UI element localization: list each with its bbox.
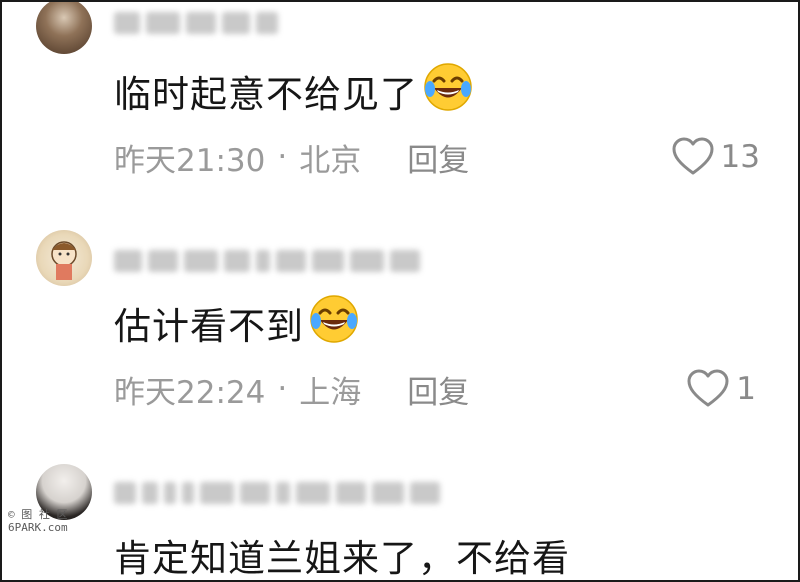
comment-time: 昨天21:30 bbox=[114, 142, 266, 179]
comment-time: 昨天22:24 bbox=[114, 374, 266, 411]
laughing-crying-emoji-icon bbox=[422, 61, 474, 122]
heart-icon bbox=[687, 369, 729, 407]
comment-text: 临时起意不给见了 bbox=[114, 62, 474, 116]
username-blurred[interactable] bbox=[114, 8, 278, 38]
like-button[interactable]: 13 bbox=[671, 136, 760, 178]
reply-button[interactable]: 回复 bbox=[407, 135, 469, 180]
laughing-crying-emoji-icon bbox=[308, 293, 360, 354]
avatar[interactable] bbox=[36, 2, 92, 54]
like-count: 1 bbox=[736, 371, 756, 407]
comment-text: 估计看不到 bbox=[114, 294, 360, 348]
heart-icon bbox=[672, 137, 714, 175]
meta-separator: · bbox=[277, 371, 288, 407]
site-watermark: © 图 社 区 6PARK.com bbox=[8, 508, 68, 534]
meta-separator: · bbox=[277, 139, 288, 175]
username-blurred[interactable] bbox=[114, 246, 420, 276]
comment-meta: 昨天21:30 · 北京 回复 bbox=[114, 135, 469, 180]
comment-location: 上海 bbox=[299, 374, 362, 411]
avatar[interactable] bbox=[36, 230, 92, 286]
username-blurred[interactable] bbox=[114, 478, 440, 508]
comment-meta: 昨天22:24 · 上海 回复 bbox=[114, 367, 469, 412]
like-count: 13 bbox=[720, 139, 760, 175]
comment-text: 肯定知道兰姐来了，不给看 bbox=[114, 537, 570, 580]
reply-button[interactable]: 回复 bbox=[407, 367, 469, 412]
comments-panel: 临时起意不给见了 昨天21:30 · 北京 回复 13 估计看不到 昨天22:2… bbox=[0, 0, 800, 582]
comment-location: 北京 bbox=[299, 142, 362, 179]
like-button[interactable]: 1 bbox=[686, 368, 756, 410]
